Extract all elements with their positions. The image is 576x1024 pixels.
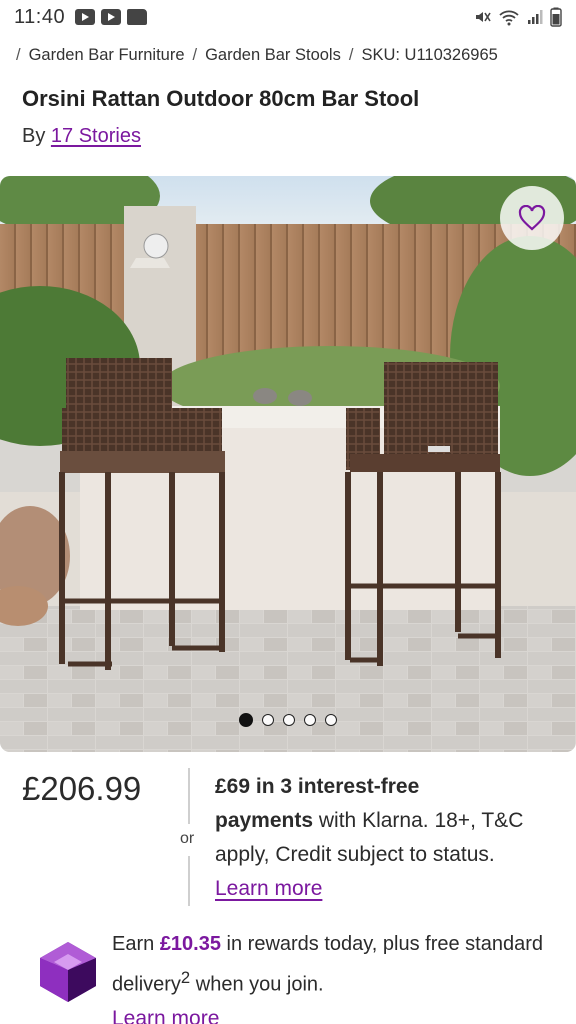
klarna-payments: payments [215, 809, 314, 832]
rewards-info: Earn £10.35 in rewards today, plus free … [112, 928, 562, 1024]
wifi-icon [499, 10, 519, 26]
divider [188, 856, 190, 906]
system-icons [474, 7, 562, 27]
carousel-dot-1[interactable] [239, 713, 253, 727]
notification-icons [75, 9, 148, 25]
product-photo [0, 176, 576, 752]
divider [188, 768, 190, 824]
price: £206.99 [22, 770, 142, 807]
klarna-amount: £69 in 3 interest-free [215, 775, 420, 798]
rewards-learn-more-link[interactable]: Learn more [112, 1007, 219, 1024]
breadcrumb-separator: / [192, 46, 198, 64]
battery-icon [550, 7, 562, 27]
folder-icon [127, 9, 148, 25]
product-title: Orsini Rattan Outdoor 80cm Bar Stool [22, 86, 420, 111]
youtube-icon [75, 9, 96, 25]
or-label: or [180, 830, 195, 847]
breadcrumb-link-garden-bar-stools[interactable]: Garden Bar Stools [205, 46, 341, 64]
rewards-gem-icon [40, 942, 96, 1002]
byline-prefix: By [22, 125, 46, 147]
breadcrumb-separator: / [16, 46, 21, 64]
breadcrumb: / Garden Bar Furniture / Garden Bar Stools /… [16, 46, 568, 65]
carousel-dot-4[interactable] [304, 714, 316, 726]
carousel-dot-3[interactable] [283, 714, 295, 726]
rewards-earn: Earn [112, 933, 155, 955]
mute-icon [476, 12, 491, 22]
rewards-text-2: when you join. [195, 973, 324, 996]
carousel-dots [0, 713, 576, 727]
byline: By 17 Stories [22, 125, 141, 148]
breadcrumb-link-garden-bar-furniture[interactable]: Garden Bar Furniture [29, 46, 185, 64]
breadcrumb-sku: SKU: U110326965 [361, 46, 498, 64]
carousel-dot-5[interactable] [325, 714, 337, 726]
carousel-dot-2[interactable] [262, 714, 274, 726]
status-time: 11:40 [14, 5, 66, 28]
video-icon [101, 9, 122, 25]
signal-icon [528, 10, 543, 24]
rewards-amount: £10.35 [159, 933, 221, 955]
brand-link[interactable]: 17 Stories [51, 125, 141, 147]
status-bar: 11:40 [0, 0, 576, 34]
favorite-button[interactable] [500, 186, 564, 250]
breadcrumb-separator: / [348, 46, 354, 64]
product-image[interactable] [0, 176, 576, 752]
klarna-info: £69 in 3 interest-free payments with Kla… [215, 770, 560, 906]
rewards-footnote: 2 [180, 968, 191, 987]
klarna-learn-more-link[interactable]: Learn more [215, 877, 322, 900]
heart-icon [518, 205, 546, 231]
